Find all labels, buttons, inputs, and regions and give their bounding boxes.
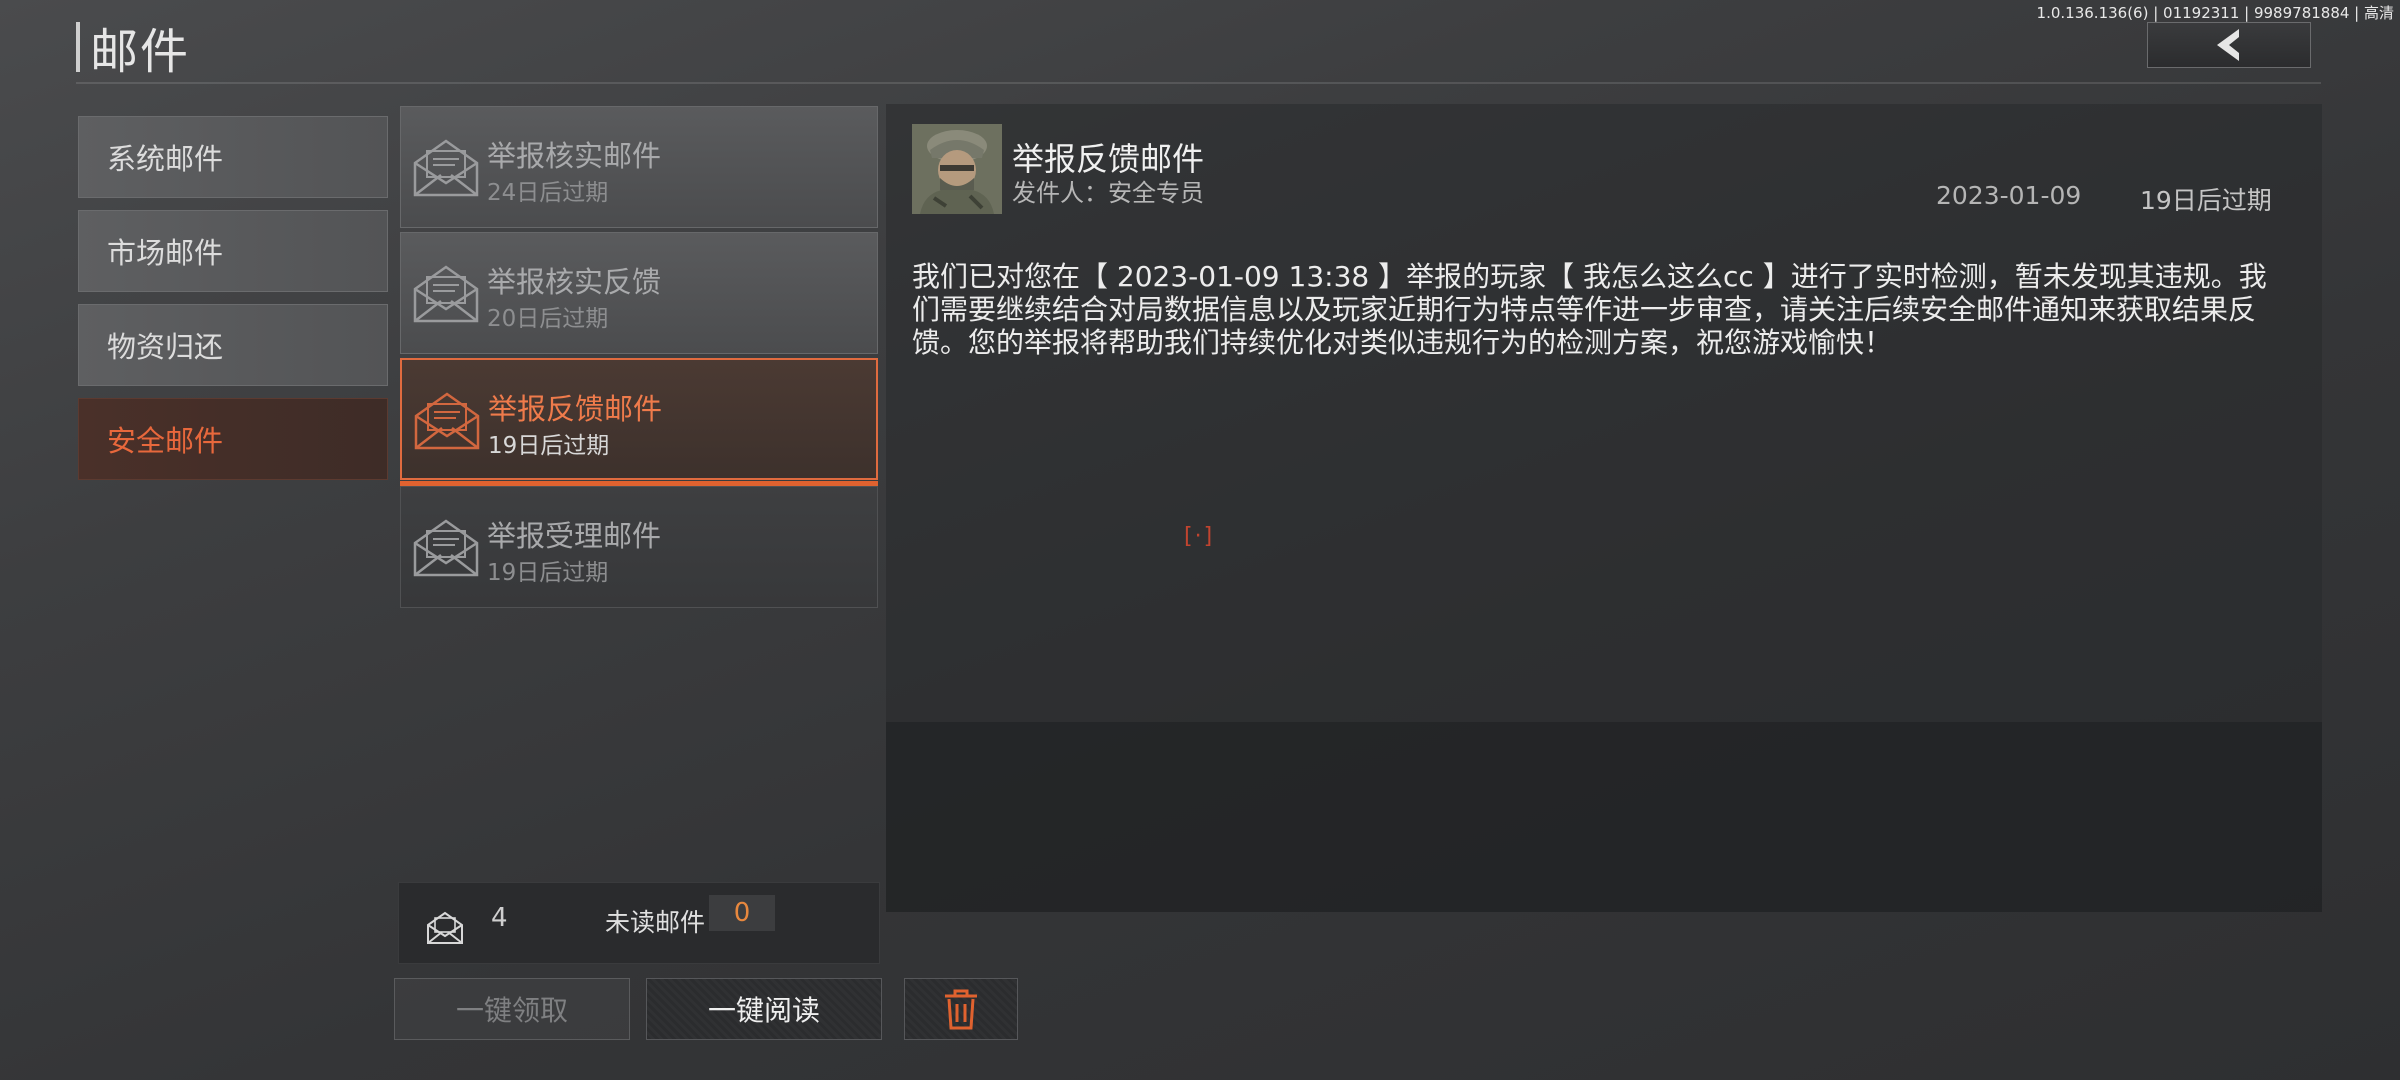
mail-title: 举报核实邮件 [487, 139, 662, 173]
read-all-button[interactable]: 一键阅读 [646, 978, 882, 1040]
chevron-left-icon [2217, 29, 2239, 61]
mail-expire: 24日后过期 [487, 180, 609, 206]
claim-all-button[interactable]: 一键领取 [394, 978, 630, 1040]
detail-sender: 发件人：安全专员 [1012, 179, 1204, 207]
unread-label: 未读邮件 [605, 908, 706, 937]
category-system-mail[interactable]: 系统邮件 [78, 116, 388, 198]
envelope-open-icon [413, 519, 479, 577]
delete-button[interactable] [904, 978, 1018, 1040]
category-market-mail[interactable]: 市场邮件 [78, 210, 388, 292]
envelope-open-icon [414, 392, 480, 450]
mail-title: 举报受理邮件 [487, 519, 662, 553]
category-supply-return[interactable]: 物资归还 [78, 304, 388, 386]
detail-date: 2023-01-09 [1936, 181, 2082, 210]
mail-item-selected[interactable]: 举报反馈邮件 19日后过期 [400, 358, 878, 486]
mail-expire: 20日后过期 [487, 306, 609, 332]
soldier-avatar-icon [912, 124, 1002, 214]
detail-expire: 19日后过期 [2140, 186, 2272, 215]
mail-item[interactable]: 举报核实反馈 20日后过期 [400, 232, 878, 354]
center-marker: [·] [1184, 524, 1215, 549]
mail-expire: 19日后过期 [488, 433, 610, 459]
title-marker [76, 22, 80, 72]
mail-stack-icon [427, 911, 463, 944]
back-button[interactable] [2147, 22, 2311, 68]
unread-count: 0 [709, 895, 775, 931]
mail-item[interactable]: 举报核实邮件 24日后过期 [400, 106, 878, 228]
mail-detail-attachment-area [886, 722, 2322, 912]
trash-icon [945, 989, 977, 1030]
envelope-open-icon [413, 139, 479, 197]
envelope-open-icon [413, 265, 479, 323]
mail-title: 举报核实反馈 [487, 265, 662, 299]
detail-body: 我们已对您在【 2023-01-09 13:38 】举报的玩家【 我怎么这么cc… [912, 260, 2267, 359]
mail-item[interactable]: 举报受理邮件 19日后过期 [400, 486, 878, 608]
version-info: 1.0.136.136(6) | 01192311 | 9989781884 |… [2036, 4, 2394, 22]
mail-stats-bar: 4 未读邮件 0 [398, 882, 880, 964]
page-header: 邮件 [76, 20, 190, 80]
category-security-mail[interactable]: 安全邮件 [78, 398, 388, 480]
page-title: 邮件 [90, 24, 191, 80]
mail-count: 4 [491, 903, 508, 933]
mail-expire: 19日后过期 [487, 560, 609, 586]
header-divider [76, 82, 2321, 84]
sender-avatar [912, 124, 1002, 214]
mail-title: 举报反馈邮件 [488, 392, 663, 426]
